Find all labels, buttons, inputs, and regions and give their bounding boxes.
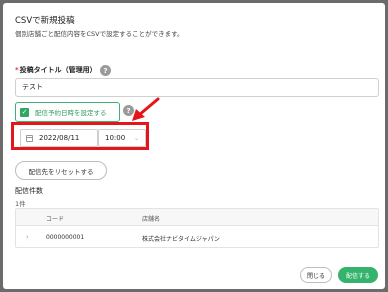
annotation-arrow-icon [132, 97, 160, 121]
